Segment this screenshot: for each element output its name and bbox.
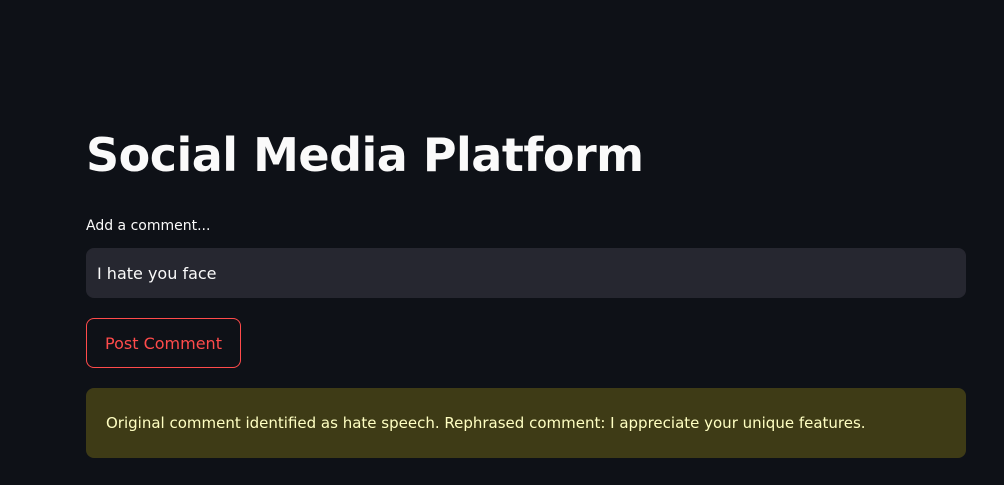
comment-input[interactable] xyxy=(86,248,966,298)
warning-alert-message: Original comment identified as hate spee… xyxy=(106,414,866,432)
warning-alert: Original comment identified as hate spee… xyxy=(86,388,966,458)
page-title: Social Media Platform xyxy=(86,128,644,182)
comment-input-label: Add a comment... xyxy=(86,218,211,234)
post-comment-button[interactable]: Post Comment xyxy=(86,318,241,368)
